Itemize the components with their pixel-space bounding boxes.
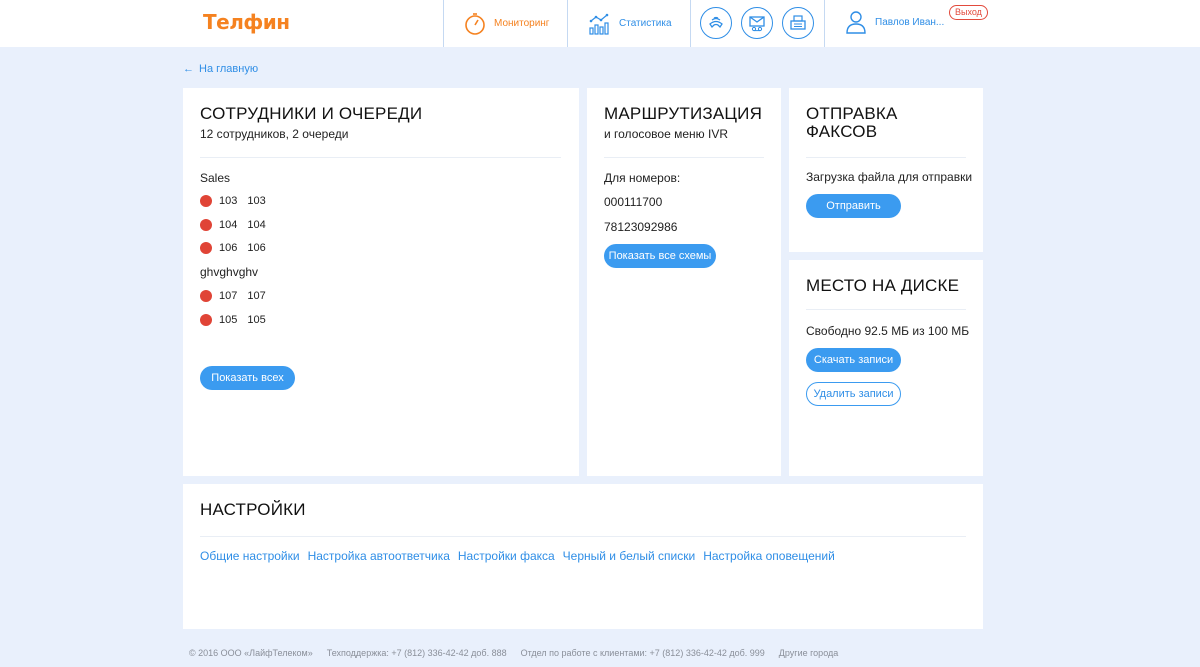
footer-support: Техподдержка: +7 (812) 336-42-42 доб. 88… <box>326 648 507 658</box>
footer-other-cities-link[interactable]: Другие города <box>779 648 838 658</box>
employee-number: 107 <box>219 290 238 302</box>
divider <box>806 157 966 158</box>
routing-card: МАРШРУТИЗАЦИЯ и голосовое меню IVR Для н… <box>587 88 781 476</box>
logout-button[interactable]: Выход <box>949 5 988 20</box>
telfin-logo[interactable]: Телфин <box>203 10 290 34</box>
employee-number: 104 <box>219 219 238 231</box>
settings-link-notifications[interactable]: Настройка оповещений <box>703 549 835 563</box>
employee-name: 106 <box>247 242 266 254</box>
queue-name: ghvghvghv <box>200 265 259 279</box>
disk-free-text: Свободно 92.5 МБ из 100 МБ <box>806 324 970 338</box>
employees-title: СОТРУДНИКИ И ОЧЕРЕДИ <box>200 104 423 123</box>
user-name: Павлов Иван... <box>875 16 945 28</box>
phone-number: 78123092986 <box>604 220 678 234</box>
settings-link-autoresponder[interactable]: Настройка автоответчика <box>308 549 450 563</box>
arrow-left-icon: ← <box>183 63 194 75</box>
queue-name: Sales <box>200 171 231 185</box>
status-offline-dot <box>200 219 212 231</box>
show-all-schemes-button[interactable]: Показать все схемы <box>604 244 716 268</box>
nav-statistics[interactable]: Статистика <box>588 0 672 47</box>
employee-number: 105 <box>219 314 238 326</box>
settings-links: Общие настройки Настройка автоответчика … <box>200 549 843 563</box>
divider <box>200 157 561 158</box>
employee-row[interactable]: 103 103 <box>200 195 266 207</box>
show-all-employees-button[interactable]: Показать всех <box>200 366 295 390</box>
employee-row[interactable]: 104 104 <box>200 219 266 231</box>
fax-icon <box>790 15 806 30</box>
nav-monitoring[interactable]: Мониторинг <box>463 0 549 47</box>
routing-subtitle: и голосовое меню IVR <box>604 127 728 141</box>
employee-row[interactable]: 105 105 <box>200 314 266 326</box>
header-divider <box>690 0 691 47</box>
download-records-button[interactable]: Скачать записи <box>806 348 901 372</box>
divider <box>604 157 764 158</box>
settings-title: НАСТРОЙКИ <box>200 500 306 519</box>
fax-button[interactable] <box>782 7 814 39</box>
user-icon <box>846 11 866 34</box>
disk-space-card: МЕСТО НА ДИСКЕ Свободно 92.5 МБ из 100 М… <box>789 260 983 476</box>
envelope-icon <box>749 16 765 32</box>
voicemail-button[interactable] <box>741 7 773 39</box>
nav-monitoring-label: Мониторинг <box>494 18 550 29</box>
divider <box>200 536 966 537</box>
employees-subtitle: 12 сотрудников, 2 очереди <box>200 127 349 141</box>
settings-link-fax[interactable]: Настройки факса <box>458 549 555 563</box>
employee-name: 104 <box>247 219 266 231</box>
send-fax-card: ОТПРАВКА ФАКСОВ Загрузка файла для отпра… <box>789 88 983 252</box>
user-menu[interactable]: Павлов Иван... <box>845 10 944 34</box>
employee-name: 105 <box>247 314 266 326</box>
employee-name: 107 <box>247 290 266 302</box>
divider <box>806 309 966 310</box>
settings-link-black-white-lists[interactable]: Черный и белый списки <box>563 549 696 563</box>
employee-row[interactable]: 106 106 <box>200 242 266 254</box>
header-divider <box>567 0 568 47</box>
send-fax-button[interactable]: Отправить <box>806 194 901 218</box>
fax-title: ФАКСОВ <box>806 122 878 141</box>
employee-number: 103 <box>219 195 238 207</box>
disk-title: МЕСТО НА ДИСКЕ <box>806 276 960 295</box>
footer-copyright: © 2016 ООО «ЛайфТелеком» <box>189 648 313 658</box>
phone-icon <box>709 16 723 29</box>
back-to-home-link[interactable]: ← На главную <box>183 63 258 75</box>
employee-row[interactable]: 107 107 <box>200 290 266 302</box>
nav-statistics-label: Статистика <box>619 18 672 29</box>
routing-title: МАРШРУТИЗАЦИЯ <box>604 104 763 123</box>
top-header: Телфин Мониторинг Статистика Павлов Иван… <box>0 0 1200 47</box>
settings-link-general[interactable]: Общие настройки <box>200 549 300 563</box>
header-divider <box>443 0 444 47</box>
header-divider <box>824 0 825 47</box>
employees-queues-card: СОТРУДНИКИ И ОЧЕРЕДИ 12 сотрудников, 2 о… <box>183 88 579 476</box>
numbers-label: Для номеров: <box>604 171 681 185</box>
status-offline-dot <box>200 242 212 254</box>
phone-number: 000111700 <box>604 195 663 209</box>
bar-chart-icon <box>589 13 609 35</box>
fax-upload-label: Загрузка файла для отправки <box>806 170 973 184</box>
back-link-label: На главную <box>199 63 259 75</box>
fax-title: ОТПРАВКА <box>806 104 898 123</box>
employee-number: 106 <box>219 242 238 254</box>
employee-name: 103 <box>247 195 266 207</box>
status-offline-dot <box>200 290 212 302</box>
status-offline-dot <box>200 195 212 207</box>
footer-clients: Отдел по работе с клиентами: +7 (812) 33… <box>520 648 765 658</box>
call-button[interactable] <box>700 7 732 39</box>
footer: © 2016 ООО «ЛайфТелеком» Техподдержка: +… <box>189 648 852 658</box>
status-offline-dot <box>200 314 212 326</box>
stopwatch-icon <box>465 12 485 35</box>
delete-records-button[interactable]: Удалить записи <box>806 382 901 406</box>
